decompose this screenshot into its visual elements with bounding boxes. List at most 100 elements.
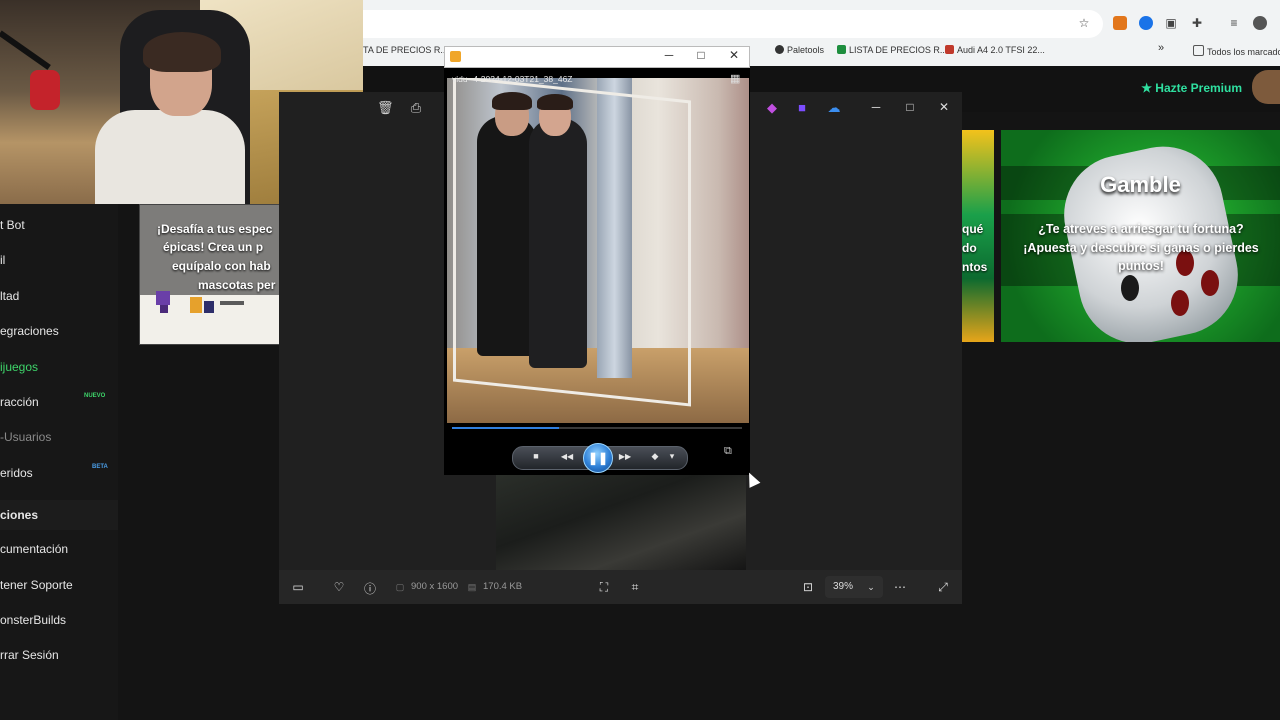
pixel-monster-icon — [190, 297, 202, 313]
sidebar-item-docs[interactable]: cumentación — [0, 542, 68, 556]
video-person-hair — [492, 92, 532, 110]
more-options-icon[interactable]: ⋯ — [893, 580, 907, 594]
onedrive-icon[interactable]: ☁ — [826, 100, 842, 116]
challenge-card-line: ¡Desafía a tus espec — [157, 222, 273, 236]
sheets-icon — [837, 45, 846, 54]
chevron-down-icon: ⌄ — [867, 582, 875, 592]
circle-icon — [775, 45, 784, 54]
pixel-monster-icon — [204, 301, 214, 313]
player-maximize-button[interactable]: □ — [694, 48, 708, 62]
close-button[interactable]: ✕ — [937, 100, 951, 114]
rewind-icon[interactable]: ◀◀ — [557, 452, 577, 461]
challenge-card-line: épicas! Crea un p — [163, 240, 264, 254]
filmstrip-icon[interactable]: ▭ — [291, 580, 305, 594]
delete-icon[interactable]: 🗑 — [377, 100, 394, 116]
print-icon[interactable]: ⎙ — [408, 100, 424, 116]
bookmark-item[interactable]: TA DE PRECIOS R... — [363, 45, 448, 55]
gamble-title: Gamble — [1100, 172, 1181, 197]
seek-bar-progress — [452, 427, 559, 429]
video-person — [529, 118, 587, 368]
sidebar-item-minigames[interactable]: ijuegos — [0, 360, 38, 374]
zoom-level: 39% — [833, 581, 854, 592]
dice-pip — [1121, 275, 1139, 301]
bookmark-item[interactable]: LISTA DE PRECIOS R... — [837, 45, 947, 55]
webcam-person-shirt — [95, 110, 245, 204]
pixel-monster-icon — [160, 305, 168, 313]
volume-dropdown-icon[interactable]: ▾ — [664, 451, 680, 462]
new-badge: NUEVO — [84, 393, 106, 399]
video-frame[interactable] — [447, 78, 749, 423]
minimize-button[interactable]: ─ — [869, 100, 883, 114]
sidebar-item-requests[interactable]: eridos — [0, 466, 33, 480]
video-person — [477, 116, 537, 356]
stop-icon[interactable]: ■ — [528, 451, 544, 461]
sidebar-item-loyalty[interactable]: ltad — [0, 289, 19, 303]
partial-card-line: do — [962, 241, 977, 255]
fast-forward-icon[interactable]: ▶▶ — [615, 452, 635, 461]
fullscreen-expand-icon[interactable]: ⤢ — [936, 580, 950, 595]
sidebar — [0, 204, 118, 720]
file-size: 170.4 KB — [483, 581, 523, 592]
photo-preview — [496, 473, 746, 570]
image-dimensions: 900 x 1600 — [411, 581, 459, 592]
visual-search-icon[interactable]: ⛶ — [597, 580, 611, 595]
grid-view-icon[interactable]: ▦ — [730, 72, 740, 85]
puzzle-extensions-icon[interactable]: ✚ — [1190, 16, 1204, 30]
premium-link[interactable]: ★ Hazte Premium — [1141, 81, 1242, 95]
player-minimize-button[interactable]: ─ — [662, 48, 676, 62]
reading-list-icon[interactable]: ≡ — [1227, 16, 1241, 30]
sidebar-section-options: ciones — [0, 508, 39, 522]
dice-pip — [1171, 290, 1189, 316]
favorite-heart-icon[interactable]: ♡ — [332, 580, 346, 594]
bookmark-folder[interactable]: Todos los marcado — [1193, 45, 1280, 57]
site-icon — [945, 45, 954, 54]
sidebar-item-interaction[interactable]: racción — [0, 395, 39, 409]
bookmark-item[interactable]: Audi A4 2.0 TFSI 22... — [945, 45, 1045, 55]
scan-text-icon[interactable]: ⌗ — [628, 580, 642, 595]
pixel-monster-icon — [156, 291, 170, 305]
fit-to-window-icon[interactable]: ⊡ — [801, 580, 815, 594]
webcam-person-hair — [143, 32, 221, 72]
beta-badge: BETA — [92, 464, 108, 470]
bookmark-item[interactable]: Paletools — [775, 45, 824, 55]
switch-view-icon[interactable]: ⧉ — [724, 445, 732, 458]
clipchamp-icon[interactable]: ■ — [794, 100, 810, 115]
challenge-card-line: equípalo con hab — [172, 259, 271, 273]
more-bookmarks-button[interactable]: » — [1158, 42, 1164, 54]
dimensions-icon: ▢ — [395, 582, 405, 592]
sidebar-item-logout[interactable]: rrar Sesión — [0, 648, 59, 662]
star-bookmark-icon[interactable]: ☆ — [1077, 16, 1091, 30]
sidebar-item-support[interactable]: tener Soporte — [0, 578, 73, 592]
edit-app-icon[interactable]: ◆ — [764, 100, 780, 116]
sidebar-item-users[interactable]: -Usuarios — [0, 430, 51, 444]
video-person-hair — [537, 94, 573, 110]
sidebar-item-profile[interactable]: il — [0, 253, 5, 267]
address-bar[interactable] — [363, 10, 1103, 38]
profile-avatar-icon[interactable] — [1253, 16, 1267, 30]
webcam-microphone — [30, 70, 60, 110]
player-close-button[interactable]: ✕ — [727, 48, 741, 62]
extension-blue-icon[interactable] — [1139, 16, 1153, 30]
gamble-desc-line: ¡Apuesta y descubre si ganas o pierdes — [1023, 240, 1259, 255]
info-icon[interactable]: ⓘ — [363, 580, 377, 597]
pause-button[interactable]: ❚❚ — [583, 443, 613, 473]
maximize-button[interactable]: □ — [903, 100, 917, 114]
sidebar-item-monsterbuilds[interactable]: onsterBuilds — [0, 613, 66, 627]
metamask-extension-icon[interactable] — [1113, 16, 1127, 30]
extension-box-icon[interactable]: ▣ — [1164, 16, 1178, 30]
gamble-desc-line: puntos! — [1118, 259, 1164, 273]
file-size-icon: ▤ — [467, 582, 477, 592]
pixel-sword-icon — [220, 301, 244, 305]
webcam-mic-arm — [0, 30, 51, 70]
volume-icon[interactable]: ◆ — [647, 451, 663, 462]
media-player-app-icon — [450, 51, 461, 62]
sidebar-item-bot[interactable]: t Bot — [0, 218, 25, 232]
challenge-card-line: mascotas per — [198, 278, 276, 292]
avatar[interactable] — [1252, 70, 1280, 104]
gamble-desc-line: ¿Te atreves a arriesgar tu fortuna? — [1038, 222, 1244, 236]
partial-card-line: ntos — [962, 260, 988, 274]
partial-card-line: qué — [962, 222, 984, 236]
gamble-description: ¿Te atreves a arriesgar tu fortuna? ¡Apu… — [1011, 220, 1271, 276]
sidebar-item-integrations[interactable]: egraciones — [0, 324, 59, 338]
gamble-card[interactable]: Gamble ¿Te atreves a arriesgar tu fortun… — [1001, 130, 1280, 342]
